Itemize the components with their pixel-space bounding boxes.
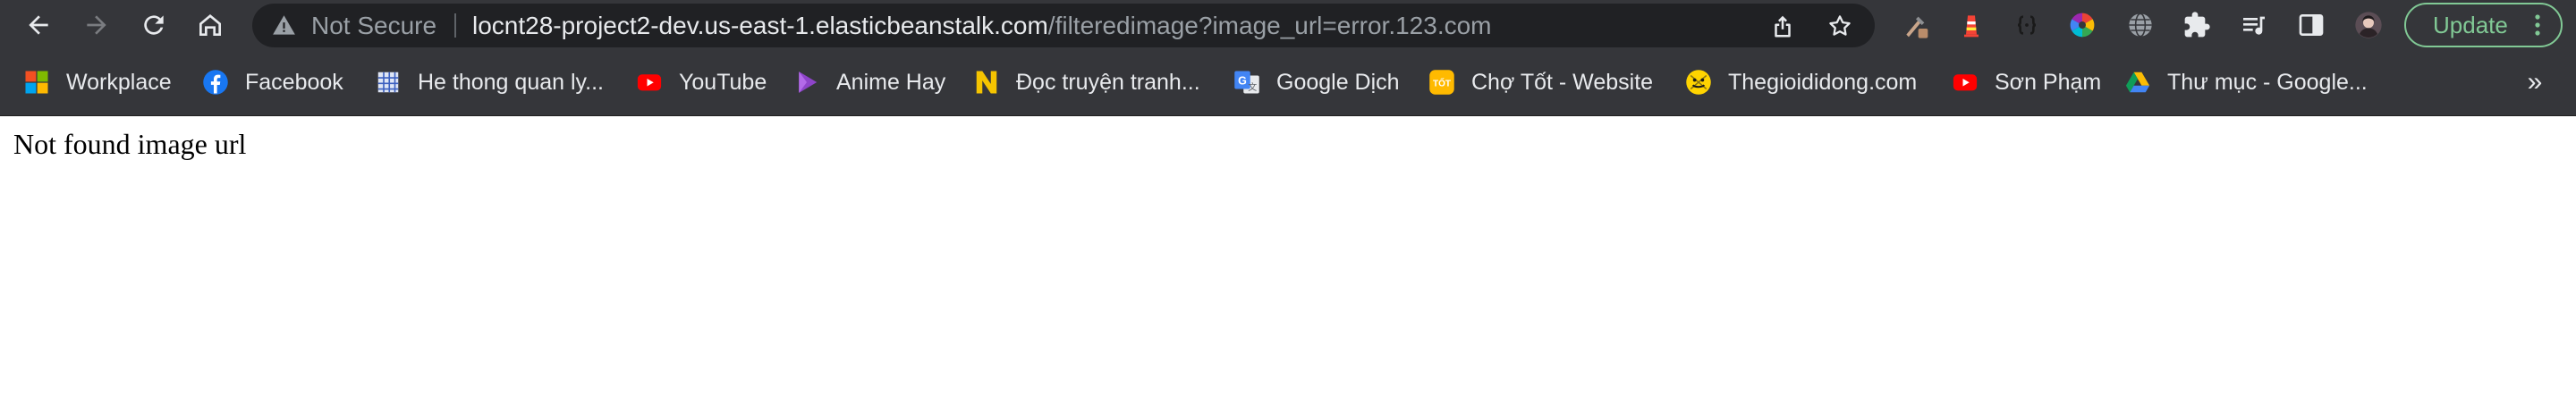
- lighthouse-extension-button[interactable]: [1955, 9, 1987, 41]
- side-panel-button[interactable]: [2295, 9, 2327, 41]
- media-playlist-icon: [2243, 16, 2265, 35]
- bookmark-label: Đọc truyện tranh...: [1016, 69, 1200, 95]
- arrow-left-icon: [29, 15, 48, 35]
- url-host: locnt28-project2-dev.us-east-1.elasticbe…: [472, 12, 1048, 39]
- svg-text:TỐT: TỐT: [1433, 76, 1451, 88]
- browser-toolbar: Not Secure locnt28-project2-dev.us-east-…: [0, 0, 2576, 50]
- bookmark-he-thong-quan-ly[interactable]: He thong quan ly...: [375, 64, 604, 100]
- update-button[interactable]: Update: [2404, 3, 2563, 47]
- google-translate-icon: G 文: [1233, 69, 1260, 96]
- workplace-icon: [23, 69, 50, 96]
- bookmark-google-dich[interactable]: G 文 Google Dịch: [1233, 64, 1400, 100]
- profile-avatar-button[interactable]: [2352, 9, 2385, 41]
- home-button[interactable]: [191, 5, 230, 45]
- bookmark-label: YouTube: [679, 69, 767, 95]
- youtube-icon: [636, 69, 663, 96]
- bookmark-thu-muc-google[interactable]: Thư mục - Google...: [2124, 64, 2368, 100]
- n-logo-icon: [973, 69, 1000, 96]
- extensions-button[interactable]: [2181, 9, 2213, 41]
- thegioididong-icon: [1685, 69, 1712, 96]
- address-bar[interactable]: Not Secure locnt28-project2-dev.us-east-…: [252, 4, 1875, 47]
- side-panel-icon: [2299, 14, 2324, 36]
- bookmark-doc-truyen-tranh[interactable]: Đọc truyện tranh...: [973, 64, 1200, 100]
- eyedropper-extension-button[interactable]: [1900, 9, 1932, 41]
- lighthouse-icon: [1964, 15, 1979, 38]
- share-button[interactable]: [1767, 11, 1798, 41]
- bookmark-cho-tot[interactable]: TỐT Chợ Tốt - Website: [1428, 64, 1653, 100]
- braces-extension-button[interactable]: [2011, 9, 2043, 41]
- bookmarks-overflow-button[interactable]: »: [2519, 64, 2551, 100]
- color-wheel-extension-button[interactable]: [2066, 9, 2098, 41]
- globe-extension-button[interactable]: [2124, 9, 2157, 41]
- page-content: Not found image url: [0, 116, 2576, 413]
- security-status-label[interactable]: Not Secure: [311, 4, 436, 47]
- url-text[interactable]: locnt28-project2-dev.us-east-1.elasticbe…: [472, 4, 1492, 47]
- bookmark-workplace[interactable]: Workplace: [23, 64, 172, 100]
- bookmark-label: Workplace: [66, 69, 172, 95]
- bookmark-facebook[interactable]: Facebook: [202, 64, 343, 100]
- bookmarks-bar: Workplace Facebook He thong quan ly... Y…: [0, 50, 2576, 116]
- bookmark-label: He thong quan ly...: [418, 69, 605, 95]
- reload-button[interactable]: [134, 5, 174, 45]
- bookmark-son-pham[interactable]: Sơn Phạm: [1952, 64, 2101, 100]
- arrow-right-icon: [87, 15, 106, 35]
- cho-tot-icon: TỐT: [1428, 69, 1455, 96]
- bookmark-label: Chợ Tốt - Website: [1471, 69, 1654, 95]
- color-wheel-icon: [2070, 13, 2095, 38]
- svg-text:文: 文: [1248, 81, 1257, 93]
- three-dots-vertical-icon: [2535, 14, 2540, 36]
- bookmark-label: Thư mục - Google...: [2167, 69, 2368, 95]
- braces-icon: [2017, 15, 2037, 35]
- media-playlist-button[interactable]: [2238, 9, 2270, 41]
- bookmark-thegioididong[interactable]: Thegioididong.com: [1685, 64, 1917, 100]
- url-path: /filteredimage?image_url=error.123.com: [1047, 12, 1492, 39]
- play-icon: [793, 69, 820, 96]
- forward-button[interactable]: [77, 5, 116, 45]
- bookmark-label: Google Dịch: [1276, 69, 1400, 95]
- grid-icon: [375, 69, 402, 96]
- bookmark-label: Thegioididong.com: [1728, 69, 1918, 95]
- puzzle-piece-icon: [2184, 12, 2210, 38]
- bookmark-label: Facebook: [245, 69, 343, 95]
- eyedropper-icon: [1906, 16, 1928, 38]
- bookmark-star-button[interactable]: [1825, 11, 1855, 41]
- warning-triangle-icon[interactable]: [272, 13, 296, 38]
- star-icon: [1829, 15, 1851, 36]
- bookmark-label: Sơn Phạm: [1995, 69, 2102, 95]
- globe-icon: [2129, 13, 2152, 38]
- share-icon: [1775, 15, 1791, 38]
- avatar-icon: [2355, 12, 2382, 38]
- facebook-icon: [202, 69, 229, 96]
- omnibox-divider: [454, 13, 456, 38]
- google-drive-icon: [2124, 69, 2151, 96]
- reload-icon: [144, 15, 164, 35]
- back-button[interactable]: [19, 5, 58, 45]
- bookmark-label: Anime Hay: [836, 69, 946, 95]
- update-label: Update: [2433, 12, 2508, 38]
- error-message: Not found image url: [13, 128, 247, 160]
- bookmark-anime-hay[interactable]: Anime Hay: [793, 64, 945, 100]
- home-icon: [199, 14, 221, 36]
- bookmark-youtube[interactable]: YouTube: [636, 64, 767, 100]
- svg-text:G: G: [1238, 75, 1247, 88]
- youtube-icon: [1952, 69, 1979, 96]
